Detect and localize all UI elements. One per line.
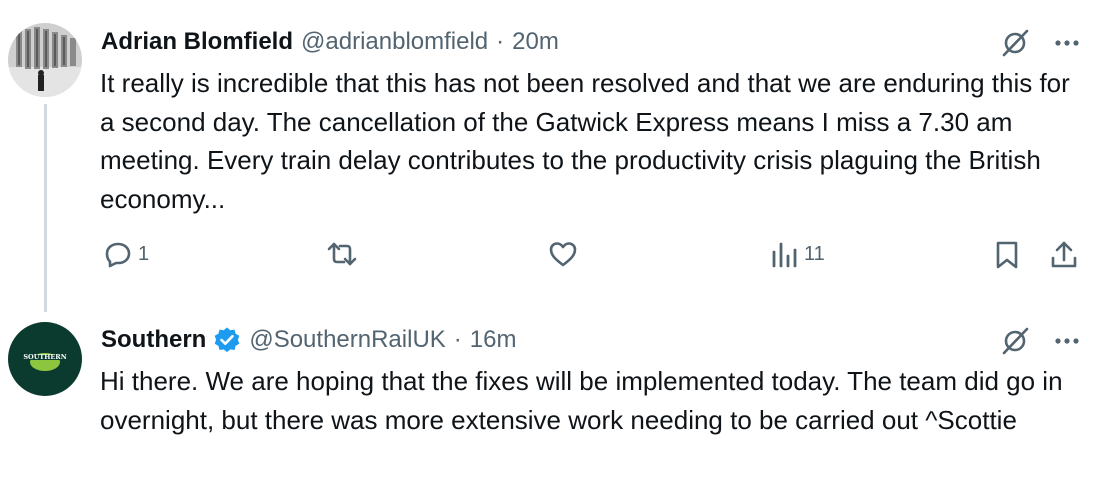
author-name[interactable]: Adrian Blomfield xyxy=(101,27,293,57)
reply-icon xyxy=(105,242,131,268)
more-icon[interactable] xyxy=(1052,326,1082,356)
author-handle[interactable]: @SouthernRailUK xyxy=(249,325,445,355)
thread-connector-line xyxy=(44,104,47,312)
timestamp[interactable]: 16m xyxy=(470,325,517,355)
like-icon xyxy=(549,242,577,267)
author-handle[interactable]: @adrianblomfield xyxy=(301,27,488,57)
separator-dot: · xyxy=(496,28,505,55)
share-icon xyxy=(1051,241,1077,268)
bookmark-icon xyxy=(996,241,1018,269)
verified-badge-icon[interactable] xyxy=(213,326,241,354)
avatar-southern[interactable]: SOUTHERN xyxy=(8,322,82,396)
bookmark-button[interactable] xyxy=(994,240,1020,270)
timestamp[interactable]: 20m xyxy=(512,27,559,57)
reply-button[interactable]: 1 xyxy=(104,240,149,268)
author-name[interactable]: Southern xyxy=(101,325,206,355)
like-button[interactable] xyxy=(548,240,578,268)
views-button[interactable]: 11 xyxy=(770,240,825,268)
views-count: 11 xyxy=(804,242,825,265)
share-button[interactable] xyxy=(1050,240,1078,270)
action-bar: 1 11 xyxy=(0,240,1094,280)
grok-icon[interactable] xyxy=(998,324,1032,358)
grok-icon[interactable] xyxy=(998,26,1032,60)
tweet-header: Southern @SouthernRailUK · 16m xyxy=(101,325,516,355)
tweet-header: Adrian Blomfield @adrianblomfield · 20m xyxy=(101,27,559,57)
retweet-icon xyxy=(327,242,357,266)
tweet-text: Hi there. We are hoping that the fixes w… xyxy=(100,366,1063,435)
more-icon[interactable] xyxy=(1052,28,1082,58)
tweet-text: It really is incredible that this has no… xyxy=(100,68,1070,214)
southern-logo-text: SOUTHERN xyxy=(23,353,66,361)
views-icon xyxy=(772,242,797,268)
avatar-adrian[interactable] xyxy=(8,23,82,97)
retweet-button[interactable] xyxy=(326,240,358,268)
separator-dot: · xyxy=(453,326,462,353)
reply-count: 1 xyxy=(138,242,150,265)
